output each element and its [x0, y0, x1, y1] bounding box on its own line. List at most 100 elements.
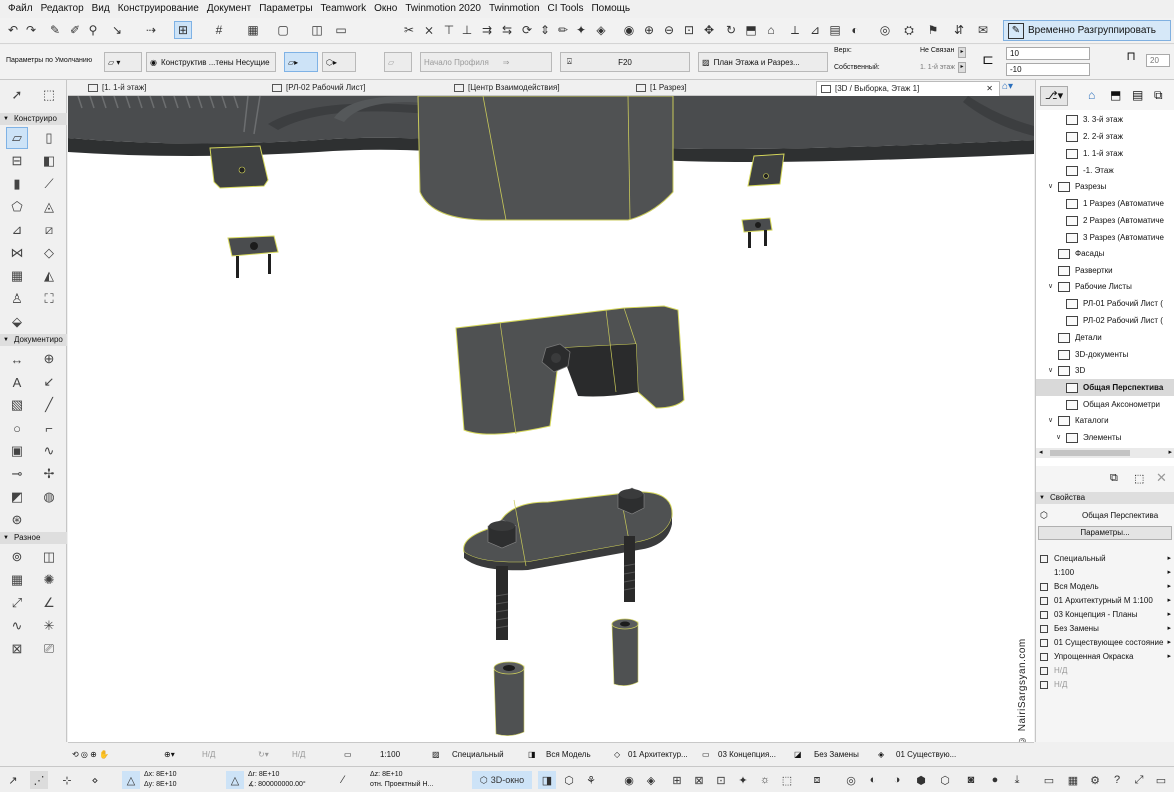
tree-item-section-1[interactable]: 1 Разрез (Автоматиче [1066, 195, 1164, 212]
grid-system-icon[interactable]: ▦ [6, 569, 28, 591]
render-icon[interactable]: ◉ [620, 21, 638, 39]
tab-issue-center[interactable]: [Центр Взаимодействия] [450, 81, 634, 96]
pan-icon[interactable]: ✥ [700, 21, 718, 39]
edit-selection-icon[interactable]: ✏ [554, 21, 572, 39]
menu-document[interactable]: Документ [203, 0, 255, 18]
view-icon[interactable]: ▭ [332, 21, 350, 39]
prop-pen-set[interactable]: Специальный ▸ [1036, 552, 1174, 566]
3d-model-icon[interactable]: ⬢ [912, 771, 930, 789]
worksheet-icon[interactable]: ▤ [826, 21, 844, 39]
wall-tool-icon[interactable]: ▱ [6, 127, 28, 149]
renovation-dropdown[interactable]: 01 Существую... [896, 747, 956, 763]
tree-item-section-3[interactable]: 3 Разрез (Автоматиче [1066, 229, 1164, 246]
model-view-dropdown[interactable]: 03 Концепция... [718, 747, 776, 763]
tree-item-story-minus1[interactable]: -1. Этаж [1066, 162, 1114, 179]
snap-points-icon[interactable]: ⊹ [58, 771, 76, 789]
tree-item-sections[interactable]: ∨ Разрезы [1048, 178, 1106, 195]
prop-renovation[interactable]: 01 Существующее состояние ▸ [1036, 636, 1174, 650]
grid-element-icon[interactable]: ⊚ [6, 546, 28, 568]
properties-header[interactable]: ▼ Свойства [1036, 492, 1174, 504]
messages-icon[interactable]: ✉ [974, 21, 992, 39]
elevation-icon[interactable]: ⊿ [806, 21, 824, 39]
eye-icon[interactable]: ◎ [876, 21, 894, 39]
menu-options[interactable]: Параметры [255, 0, 316, 18]
prop-structure[interactable]: Вся Модель ▸ [1036, 580, 1174, 594]
tree-item-story-1[interactable]: 1. 1-й этаж [1066, 145, 1123, 162]
change-tool-icon[interactable]: ◍ [38, 486, 60, 508]
tree-item-worksheet-01[interactable]: РЛ-01 Рабочий Лист ( [1066, 295, 1163, 312]
redo-icon[interactable]: ↷ [22, 21, 40, 39]
section-document[interactable]: Документиро [0, 334, 67, 346]
tree-item-elevations[interactable]: Фасады [1058, 245, 1104, 262]
coord-reference[interactable]: отн. Проектный Н... [370, 780, 433, 789]
tree-item-3d-documents[interactable]: 3D-документы [1058, 346, 1128, 363]
view-map-icon[interactable]: ⬒ [1110, 88, 1126, 104]
3d-render-icon[interactable]: ⬚ [778, 771, 796, 789]
tab-section-1[interactable]: [1 Разрез] [632, 81, 818, 96]
3d-projection-icon[interactable]: ◨ [538, 771, 556, 789]
own-value[interactable]: 1. 1-й этаж [920, 64, 955, 71]
beam-tool-icon[interactable]: ▮ [6, 173, 28, 195]
3d-cube-nav-icon[interactable]: ⬡ [936, 771, 954, 789]
tree-item-story-3[interactable]: 3. 3-й этаж [1066, 111, 1123, 128]
coord-dz[interactable]: Δz: 8E+10 [370, 770, 403, 779]
3d-camera-icon[interactable]: ⧈ [808, 771, 826, 789]
export-icon[interactable]: ⤓ [1008, 771, 1026, 789]
tab-3d-selection[interactable]: [3D / Выборка, Этаж 1] ✕ [816, 81, 1000, 96]
menu-teamwork[interactable]: Teamwork [317, 0, 371, 18]
adjust-icon[interactable]: ⊤ [440, 21, 458, 39]
navigator-mode-icon[interactable]: ⎇▾ [1040, 86, 1068, 106]
menu-twinmotion-2020[interactable]: Twinmotion 2020 [401, 0, 485, 18]
tree-scrollbar[interactable]: ◂ ▸ [1036, 448, 1174, 458]
object-tool-icon[interactable]: ♙ [6, 288, 28, 310]
relative-construction-icon[interactable]: ⋄ [86, 771, 104, 789]
zoom-dropdown-icon[interactable]: ⊕▾ [164, 747, 175, 763]
offset-icon[interactable]: ⇉ [478, 21, 496, 39]
guide-lines-icon[interactable]: ⋰ [30, 771, 48, 789]
prop-scale[interactable]: 1:100 ▸ [1036, 566, 1174, 580]
line-tool-icon[interactable]: ↘ [108, 21, 126, 39]
tree-item-details[interactable]: Детали [1058, 329, 1102, 346]
wave-tool-icon[interactable]: ∿ [6, 615, 28, 637]
tree-item-generic-axonometry[interactable]: Общая Аксонометри [1066, 396, 1160, 413]
mirror-icon[interactable]: ⇆ [498, 21, 516, 39]
door-tool-icon[interactable]: ⊟ [6, 150, 28, 172]
chevron-down-icon[interactable]: ∨ [1056, 429, 1066, 446]
lamp-misc-icon[interactable]: ✺ [38, 569, 60, 591]
polar-icon[interactable]: △ [226, 771, 244, 789]
expand-icon[interactable]: ⤢ [1130, 771, 1148, 789]
chevron-down-icon[interactable]: ∨ [1048, 278, 1058, 295]
section-marker-icon[interactable]: ⊸ [6, 463, 28, 485]
camera-icon[interactable]: ◙ [962, 771, 980, 789]
library-icon[interactable]: ▦ [1064, 771, 1082, 789]
layer-combo-icon[interactable]: ▢ [274, 21, 292, 39]
hotspot-tool-icon[interactable]: ✢ [38, 463, 60, 485]
level-dimension-icon[interactable]: ⊕ [38, 348, 60, 370]
shell-tool-icon[interactable]: ◬ [38, 196, 60, 218]
tab-worksheet-02[interactable]: [РЛ-02 Рабочий Лист] [268, 81, 458, 96]
morph-tool-icon[interactable]: ⋈ [6, 242, 28, 264]
teamwork-icon[interactable]: ⛭ [900, 21, 918, 39]
worksheet-tool-icon[interactable]: ⊛ [6, 509, 28, 531]
settings-button[interactable]: Параметры... [1038, 526, 1172, 540]
project-map-icon[interactable]: ⌂ [1088, 88, 1104, 104]
override-dropdown[interactable]: Без Замены [814, 747, 859, 763]
tree-item-section-2[interactable]: 2 Разрез (Автоматиче [1066, 212, 1164, 229]
elevate-icon[interactable]: ⇕ [536, 21, 554, 39]
skylight-tool-icon[interactable]: ⬙ [6, 311, 28, 333]
coord-angle[interactable]: ∡: 800000000.00° [248, 780, 306, 789]
pen-set-dropdown[interactable]: Специальный [452, 747, 504, 763]
interior-elevation-icon[interactable]: ◫ [38, 546, 60, 568]
inject-parameters-icon[interactable]: ✐ [66, 21, 84, 39]
clone-icon[interactable]: ⬚ [1134, 472, 1144, 485]
monitor-icon[interactable]: ▭ [1040, 771, 1058, 789]
tree-item-3d[interactable]: ∨ 3D [1048, 362, 1085, 379]
fit-in-window-icon[interactable]: ⊡ [680, 21, 698, 39]
chevron-down-icon[interactable]: ∨ [1048, 362, 1058, 379]
3d-section-icon[interactable]: ⊞ [668, 771, 686, 789]
3d-show-icon[interactable]: ◉ [620, 771, 638, 789]
prop-layer-combo[interactable]: 01 Архитектурный М 1:100 ▸ [1036, 594, 1174, 608]
pen-dropdown[interactable]: ⍓ F20 [560, 52, 690, 72]
angle-lock-icon[interactable]: ⁄ [334, 771, 352, 789]
camera-tool-icon[interactable]: ⎚ [38, 638, 60, 660]
